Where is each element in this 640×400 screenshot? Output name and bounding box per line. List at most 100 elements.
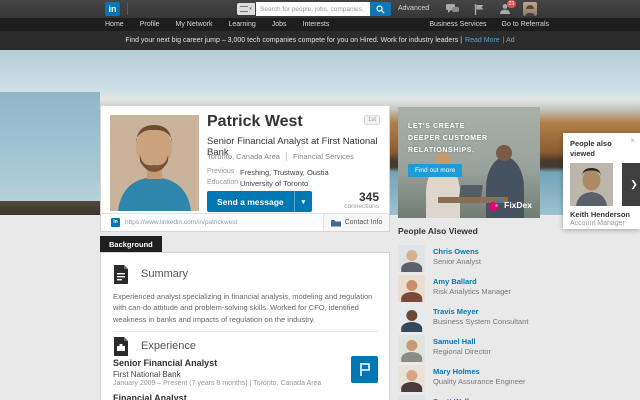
company-logo[interactable]: [351, 356, 378, 383]
folder-icon: [331, 219, 341, 227]
contact-info-button[interactable]: Contact Info: [323, 214, 389, 231]
person-name[interactable]: Chris Owens: [433, 247, 479, 256]
previous-label: Previous: [207, 168, 240, 177]
flag-logo-icon: [357, 362, 372, 377]
account-avatar[interactable]: [523, 2, 537, 16]
profile-photo-figure: [110, 115, 199, 211]
divider: [113, 331, 379, 332]
person-title: Business System Consultant: [433, 317, 538, 326]
job-title[interactable]: Financial Analyst: [113, 393, 187, 400]
experience-section-title: Experience: [141, 340, 196, 352]
send-message-label: Send a message: [207, 197, 294, 207]
person-name[interactable]: Mary Holmes: [433, 367, 480, 376]
search-category-dropdown[interactable]: ▾: [237, 3, 255, 15]
summary-icon: [113, 265, 129, 284]
avatar: [398, 395, 425, 400]
profile-location[interactable]: Toronto, Canada Area: [207, 152, 280, 161]
connections-count: 345: [344, 190, 379, 204]
close-icon[interactable]: ×: [630, 136, 635, 145]
summary-section-title: Summary: [141, 268, 188, 280]
popup-title: People also viewed: [570, 139, 622, 159]
list-item[interactable]: Amy Ballard Risk Analytics Manager: [398, 275, 540, 305]
profile-industry[interactable]: Financial Services: [286, 152, 354, 161]
education-row: Education University of Toronto: [207, 179, 308, 188]
avatar: [398, 275, 425, 302]
nav-right-group: Business Services Go to Referrals: [429, 21, 549, 28]
ad-brand: FixDex: [489, 199, 532, 211]
contact-info-label: Contact Info: [345, 219, 383, 226]
profile-url-row: in https://www.linkedin.com/in/patrickwe…: [101, 213, 389, 231]
previous-companies[interactable]: Freshing, Trustway, Oustia: [240, 168, 329, 177]
avatar: [398, 335, 425, 362]
nav-item-business-services[interactable]: Business Services: [429, 21, 486, 28]
banner-ad-label: | Ad: [503, 37, 515, 44]
ad-headline-line: DEEPER CUSTOMER: [408, 133, 488, 145]
search-icon: [376, 5, 385, 14]
ad-photo-laptop: [459, 185, 483, 197]
flag-icon: [474, 4, 484, 15]
chevron-down-icon[interactable]: ▾: [294, 191, 313, 212]
list-item[interactable]: Mary Holmes Quality Assurance Engineer: [398, 365, 540, 395]
send-message-button[interactable]: Send a message ▾: [207, 191, 312, 212]
list-item[interactable]: Scott Walker: [398, 395, 540, 400]
main-nav: Home Profile My Network Learning Jobs In…: [0, 18, 640, 31]
nav-item-profile[interactable]: Profile: [140, 21, 160, 28]
connections-block[interactable]: 345 connections: [344, 190, 379, 210]
avatar: [398, 305, 425, 332]
chevron-down-icon: ▾: [249, 6, 252, 12]
banner-text: Find your next big career jump – 3,000 t…: [125, 37, 462, 44]
nav-item-home[interactable]: Home: [105, 21, 124, 28]
nav-item-learning[interactable]: Learning: [228, 21, 255, 28]
person-title: Regional Director: [433, 347, 538, 356]
notifications-button[interactable]: [471, 2, 486, 16]
person-name[interactable]: Samuel Hall: [433, 337, 476, 346]
profile-photo[interactable]: [110, 115, 199, 211]
summary-text: Experienced analyst specializing in fina…: [113, 291, 379, 325]
location-industry-row: Toronto, Canada Area Financial Services: [207, 152, 354, 161]
list-item[interactable]: Chris Owens Senior Analyst: [398, 245, 540, 275]
messages-button[interactable]: [445, 2, 460, 16]
person-title: Senior Analyst: [433, 257, 538, 266]
job-company[interactable]: First National Bank: [113, 370, 181, 379]
list-item[interactable]: Travis Meyer Business System Consultant: [398, 305, 540, 335]
ad-cta-button[interactable]: Find out more: [408, 164, 462, 177]
banner-read-more-link[interactable]: Read More: [465, 37, 500, 44]
advanced-search-link[interactable]: Advanced: [398, 5, 429, 12]
ad-brand-name: FixDex: [504, 200, 532, 210]
divider: [127, 3, 128, 15]
connection-degree-badge: 1st: [364, 115, 380, 125]
sidebar-ad[interactable]: LET'S CREATE DEEPER CUSTOMER RELATIONSHI…: [398, 107, 540, 218]
profile-card: Patrick West 1st Senior Financial Analys…: [100, 105, 390, 232]
list-item[interactable]: Samuel Hall Regional Director: [398, 335, 540, 365]
nav-item-go-to-referrals[interactable]: Go to Referrals: [502, 21, 549, 28]
linkedin-profile-page: in ▾ Advanced: [0, 0, 640, 400]
promo-banner: Find your next big career jump – 3,000 t…: [0, 31, 640, 50]
hamburger-icon: [240, 6, 248, 12]
avatar: [398, 245, 425, 272]
person-title: Risk Analytics Manager: [433, 287, 538, 296]
search-button[interactable]: [370, 2, 391, 16]
people-also-viewed-title: People Also Viewed: [398, 226, 540, 236]
ad-headline: LET'S CREATE DEEPER CUSTOMER RELATIONSHI…: [408, 121, 488, 157]
popup-next-button[interactable]: ❯: [622, 163, 640, 206]
connections-label: connections: [344, 203, 379, 210]
nav-item-my-network[interactable]: My Network: [176, 21, 213, 28]
nav-left-group: Home Profile My Network Learning Jobs In…: [105, 21, 329, 28]
linkedin-logo[interactable]: in: [105, 2, 120, 16]
popup-person-role: Account Manager: [570, 220, 625, 227]
popup-person-name[interactable]: Keith Henderson: [570, 210, 630, 219]
invitations-button[interactable]: 21: [497, 2, 512, 16]
profile-url[interactable]: https://www.linkedin.com/in/patrickwest: [125, 219, 237, 226]
person-name[interactable]: Amy Ballard: [433, 277, 477, 286]
ad-headline-line: RELATIONSHIPS.: [408, 145, 488, 157]
nav-item-jobs[interactable]: Jobs: [272, 21, 287, 28]
nav-item-interests[interactable]: Interests: [303, 21, 330, 28]
person-name[interactable]: Travis Meyer: [433, 307, 478, 316]
profile-name: Patrick West: [207, 113, 303, 131]
education-school[interactable]: University of Toronto: [240, 179, 308, 188]
job-title[interactable]: Senior Financial Analyst: [113, 358, 217, 368]
education-label: Education: [207, 179, 240, 188]
tab-background[interactable]: Background: [100, 236, 162, 252]
popup-person-photo[interactable]: [570, 163, 613, 206]
search-input[interactable]: [256, 2, 370, 16]
